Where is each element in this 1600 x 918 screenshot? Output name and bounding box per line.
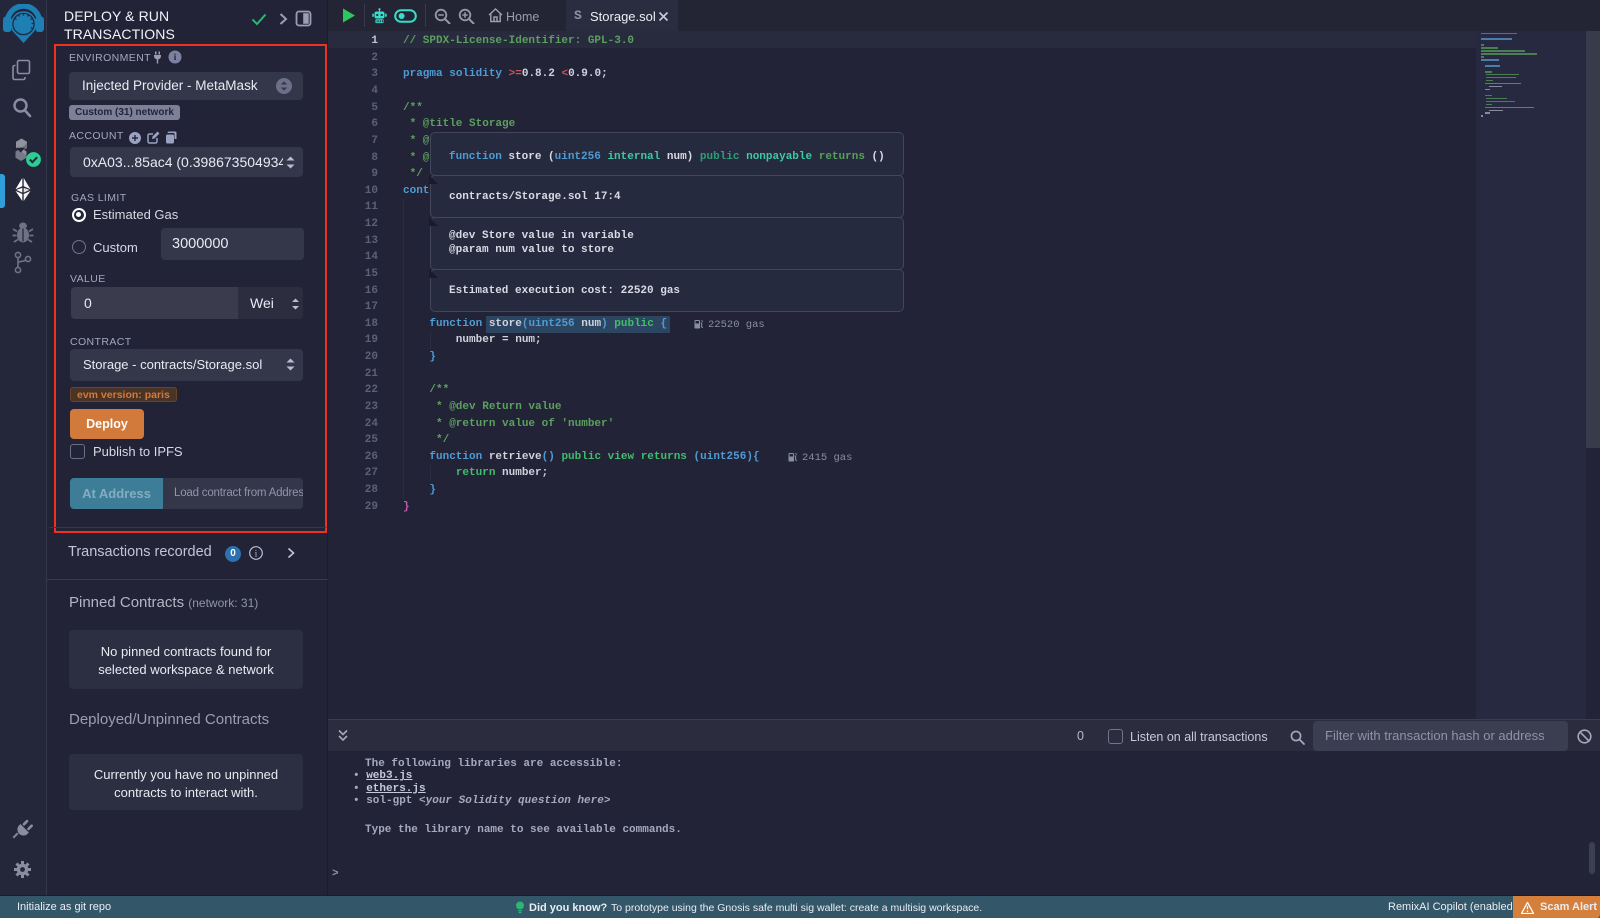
svg-text:i: i [255,548,258,558]
